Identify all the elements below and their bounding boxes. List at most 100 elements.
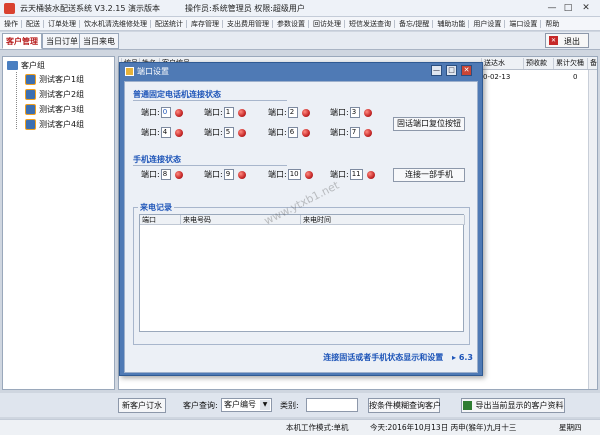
title-bar: 云天桶装水配送系统 V3.2.15 演示版本 操作员:系统管理员 权限:超级用户… <box>0 0 600 17</box>
port-number: 1 <box>223 107 234 118</box>
menu-item[interactable]: 回访处理 <box>309 17 344 31</box>
port-label: 端口: <box>141 128 160 137</box>
tree-node[interactable]: 测试客户3组 <box>25 103 84 117</box>
folder-icon <box>7 61 18 70</box>
close-window-button[interactable]: ✕ <box>580 2 592 14</box>
new-order-button[interactable]: 新客户订水 <box>118 398 166 413</box>
tree-root[interactable]: 客户组 <box>7 60 45 72</box>
menu-item[interactable]: 库存管理 <box>187 17 222 31</box>
menu-item[interactable]: 备忘/提醒 <box>395 17 432 31</box>
column-header[interactable]: 来电时间 <box>301 215 465 225</box>
status-led-icon <box>366 170 375 179</box>
user-group-icon <box>25 119 36 130</box>
window-title: 云天桶装水配送系统 V3.2.15 演示版本 <box>20 4 161 13</box>
status-led-icon <box>304 170 313 179</box>
menu-item[interactable]: 支出费用管理 <box>223 17 272 31</box>
column-header[interactable]: 预收款 <box>523 58 547 69</box>
menu-item[interactable]: 端口设置 <box>505 17 540 31</box>
tree-node-label: 测试客户3组 <box>39 105 85 114</box>
port-number: 8 <box>160 169 171 180</box>
port-number: 5 <box>223 127 234 138</box>
menu-item[interactable]: 辅助功能 <box>433 17 468 31</box>
footer-version: 6.3 <box>458 353 473 362</box>
work-mode-status: 本机工作模式:单机 <box>286 423 349 432</box>
tree-node[interactable]: 测试客户1组 <box>25 73 84 87</box>
port-7: 端口: 7 <box>330 127 372 139</box>
port-label: 端口: <box>204 108 223 117</box>
port-label: 端口: <box>268 128 287 137</box>
customer-group-tree[interactable]: 客户组 测试客户1组 测试客户2组 测试客户3组 测试客户4组 <box>2 56 115 390</box>
mobile-section-title: 手机连接状态 <box>133 155 181 164</box>
category-label: 类别: <box>280 401 299 410</box>
tab-today-calls[interactable]: 当日来电 <box>79 33 119 49</box>
port-3: 端口: 3 <box>330 107 372 119</box>
category-input[interactable] <box>306 398 358 412</box>
export-button[interactable]: 导出当前显示的客户资料 <box>461 398 565 413</box>
tab-customer-management[interactable]: 客户管理 <box>2 33 42 49</box>
menu-item[interactable]: 配送 <box>22 17 43 31</box>
footer-text: 连接固话或者手机状态显示和设置 <box>323 353 444 362</box>
port-2: 端口: 2 <box>268 107 310 119</box>
date-status: 今天:2016年10月13日 丙申(猴年)九月十三 <box>370 423 517 432</box>
minimize-button[interactable]: — <box>546 2 558 14</box>
chevron-down-icon[interactable]: ▼ <box>260 400 270 410</box>
column-header[interactable]: 端口 <box>140 215 181 225</box>
maximize-button[interactable]: □ <box>562 2 574 14</box>
operator-info: 操作员:系统管理员 权限:超级用户 <box>185 4 305 13</box>
fixed-port-reset-button[interactable]: 固话端口复位按钮 <box>393 117 465 131</box>
exit-button[interactable]: ✕ 退出 <box>545 33 589 48</box>
tree-node[interactable]: 测试客户2组 <box>25 88 84 102</box>
dialog-body: 普通固定电话机连接状态 端口: 0 端口: 1 端口: 2 端口: 3 端口: 4 端口:… <box>124 81 478 373</box>
export-label: 导出当前显示的客户资料 <box>475 401 564 410</box>
dialog-title: 端口设置 <box>137 67 169 76</box>
port-number: 9 <box>223 169 234 180</box>
port-number: 0 <box>160 107 171 118</box>
column-header[interactable]: 累计欠桶 <box>553 58 584 69</box>
tree-node-label: 测试客户1组 <box>39 75 85 84</box>
call-log-table[interactable]: 端口 来电号码 来电时间 <box>139 214 465 332</box>
menu-item[interactable]: 配送统计 <box>151 17 186 31</box>
section-divider <box>133 100 287 101</box>
tree-node-label: 测试客户2组 <box>39 90 85 99</box>
port-label: 端口: <box>204 170 223 179</box>
exit-icon: ✕ <box>549 36 558 45</box>
tree-node[interactable]: 测试客户4组 <box>25 118 84 132</box>
call-log-title: 来电记录 <box>138 202 174 213</box>
port-9: 端口: 9 <box>204 169 246 181</box>
port-5: 端口: 5 <box>204 127 246 139</box>
fuzzy-query-button[interactable]: 按条件模糊查询客户 <box>368 398 441 413</box>
column-header[interactable]: 送达水 <box>481 58 505 69</box>
port-label: 端口: <box>330 170 349 179</box>
dialog-maximize-button[interactable]: □ <box>446 65 457 76</box>
menu-item[interactable]: 饮水机清洗维修处理 <box>80 17 150 31</box>
port-6: 端口: 6 <box>268 127 310 139</box>
dialog-close-button[interactable]: ✕ <box>461 65 472 76</box>
port-11: 端口: 11 <box>330 169 375 181</box>
status-led-icon <box>237 170 246 179</box>
port-label: 端口: <box>330 128 349 137</box>
column-header[interactable]: 备 <box>587 58 597 69</box>
port-10: 端口: 10 <box>268 169 313 181</box>
connect-mobile-button[interactable]: 连接一部手机 <box>393 168 465 182</box>
port-number: 6 <box>287 127 298 138</box>
query-field-select[interactable]: 客户编号 ▼ <box>221 398 272 412</box>
status-led-icon <box>363 108 372 117</box>
vertical-scrollbar[interactable] <box>588 70 597 389</box>
menu-item[interactable]: 短信发送查询 <box>345 17 394 31</box>
status-led-icon <box>301 128 310 137</box>
menu-item[interactable]: 参数设置 <box>273 17 308 31</box>
query-label: 客户查询: <box>183 401 218 410</box>
menu-item[interactable]: 操作 <box>0 17 21 31</box>
menu-item[interactable]: 帮助 <box>541 17 562 31</box>
excel-icon <box>462 401 472 410</box>
status-led-icon <box>174 108 183 117</box>
status-led-icon <box>301 108 310 117</box>
user-group-icon <box>25 89 36 100</box>
menu-item[interactable]: 订单处理 <box>44 17 79 31</box>
port-number: 3 <box>349 107 360 118</box>
menu-item[interactable]: 用户设置 <box>469 17 504 31</box>
dialog-minimize-button[interactable]: — <box>431 65 442 76</box>
dialog-title-bar: 端口设置 <box>122 65 480 79</box>
tab-today-orders[interactable]: 当日订单 <box>42 33 82 49</box>
status-led-icon <box>237 108 246 117</box>
